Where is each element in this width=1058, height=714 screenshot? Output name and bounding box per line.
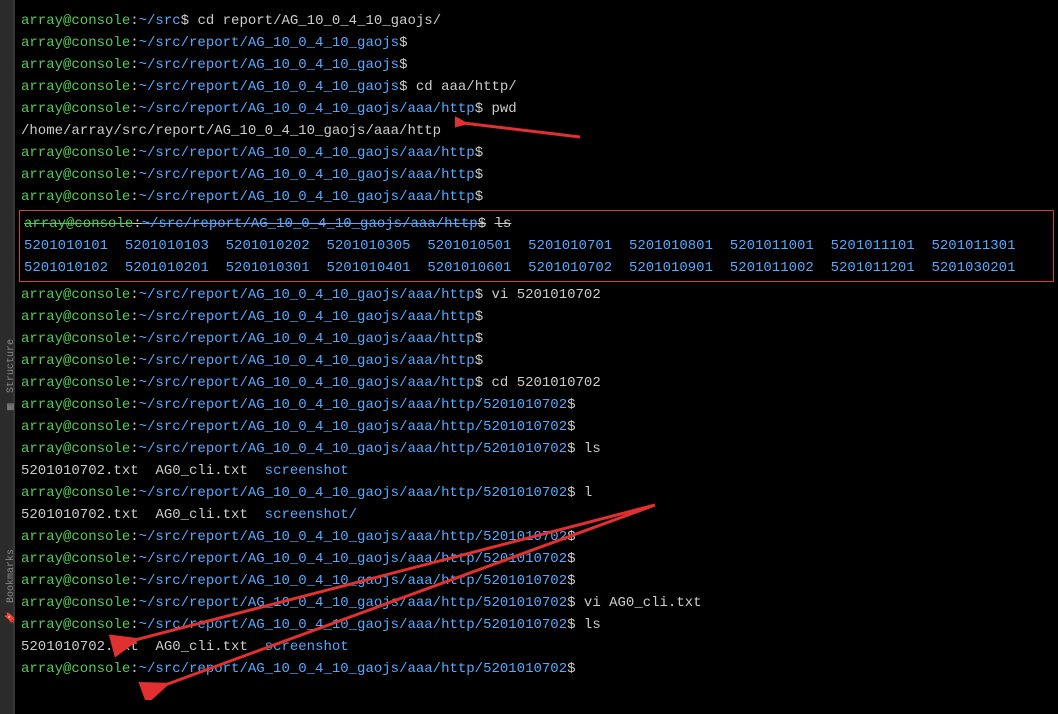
terminal-line: array@console:~/src/report/AG_10_0_4_10_… xyxy=(21,306,1052,328)
terminal-line: array@console:~/src/report/AG_10_0_4_10_… xyxy=(21,350,1052,372)
prompt-path: ~/src xyxy=(139,13,181,29)
terminal-line: array@console:~/src/report/AG_10_0_4_10_… xyxy=(21,54,1052,76)
command-text: cd report/AG_10_0_4_10_gaojs/ xyxy=(197,13,441,29)
terminal-line: array@console:~/src/report/AG_10_0_4_10_… xyxy=(21,164,1052,186)
terminal-line: array@console:~/src/report/AG_10_0_4_10_… xyxy=(21,416,1052,438)
terminal-panel[interactable]: array@console:~/src$ cd report/AG_10_0_4… xyxy=(14,0,1058,714)
terminal-line: array@console:~/src/report/AG_10_0_4_10_… xyxy=(21,142,1052,164)
terminal-line: array@console:~/src/report/AG_10_0_4_10_… xyxy=(21,526,1052,548)
prompt-user: array@console xyxy=(21,13,130,29)
ls-output: 5201010702.txt AG0_cli.txt screenshot xyxy=(21,636,1052,658)
terminal-line: array@console:~/src/report/AG_10_0_4_10_… xyxy=(21,76,1052,98)
terminal-line: array@console:~/src/report/AG_10_0_4_10_… xyxy=(21,482,1052,504)
terminal-line: array@console:~/src/report/AG_10_0_4_10_… xyxy=(21,394,1052,416)
terminal-line: array@console:~/src/report/AG_10_0_4_10_… xyxy=(21,614,1052,636)
terminal-line: array@console:~/src/report/AG_10_0_4_10_… xyxy=(21,438,1052,460)
terminal-line: array@console:~/src/report/AG_10_0_4_10_… xyxy=(24,213,1049,235)
terminal-line: array@console:~/src/report/AG_10_0_4_10_… xyxy=(21,328,1052,350)
terminal-line: array@console:~/src/report/AG_10_0_4_10_… xyxy=(21,98,1052,120)
terminal-line: array@console:~/src/report/AG_10_0_4_10_… xyxy=(21,570,1052,592)
sidebar-bookmarks-tab[interactable]: 🔖 Bookmarks xyxy=(1,549,13,624)
terminal-line: array@console:~/src/report/AG_10_0_4_10_… xyxy=(21,658,1052,680)
ls-output-row: 5201010102 5201010201 5201010301 5201010… xyxy=(24,257,1049,279)
terminal-line: array@console:~/src/report/AG_10_0_4_10_… xyxy=(21,372,1052,394)
pwd-output: /home/array/src/report/AG_10_0_4_10_gaoj… xyxy=(21,120,1052,142)
terminal-line: array@console:~/src/report/AG_10_0_4_10_… xyxy=(21,548,1052,570)
terminal-line: array@console:~/src/report/AG_10_0_4_10_… xyxy=(21,284,1052,306)
highlight-box: array@console:~/src/report/AG_10_0_4_10_… xyxy=(19,210,1054,282)
terminal-line: array@console:~/src/report/AG_10_0_4_10_… xyxy=(21,32,1052,54)
sidebar-structure-tab[interactable]: ▦ Structure xyxy=(1,339,13,414)
terminal-line: array@console:~/src/report/AG_10_0_4_10_… xyxy=(21,186,1052,208)
ide-sidebar: ▦ Structure 🔖 Bookmarks xyxy=(0,0,14,714)
ls-output: 5201010702.txt AG0_cli.txt screenshot xyxy=(21,460,1052,482)
ls-output-row: 5201010101 5201010103 5201010202 5201010… xyxy=(24,235,1049,257)
terminal-line: array@console:~/src/report/AG_10_0_4_10_… xyxy=(21,592,1052,614)
l-output: 5201010702.txt AG0_cli.txt screenshot/ xyxy=(21,504,1052,526)
terminal-line: array@console:~/src$ cd report/AG_10_0_4… xyxy=(21,10,1052,32)
